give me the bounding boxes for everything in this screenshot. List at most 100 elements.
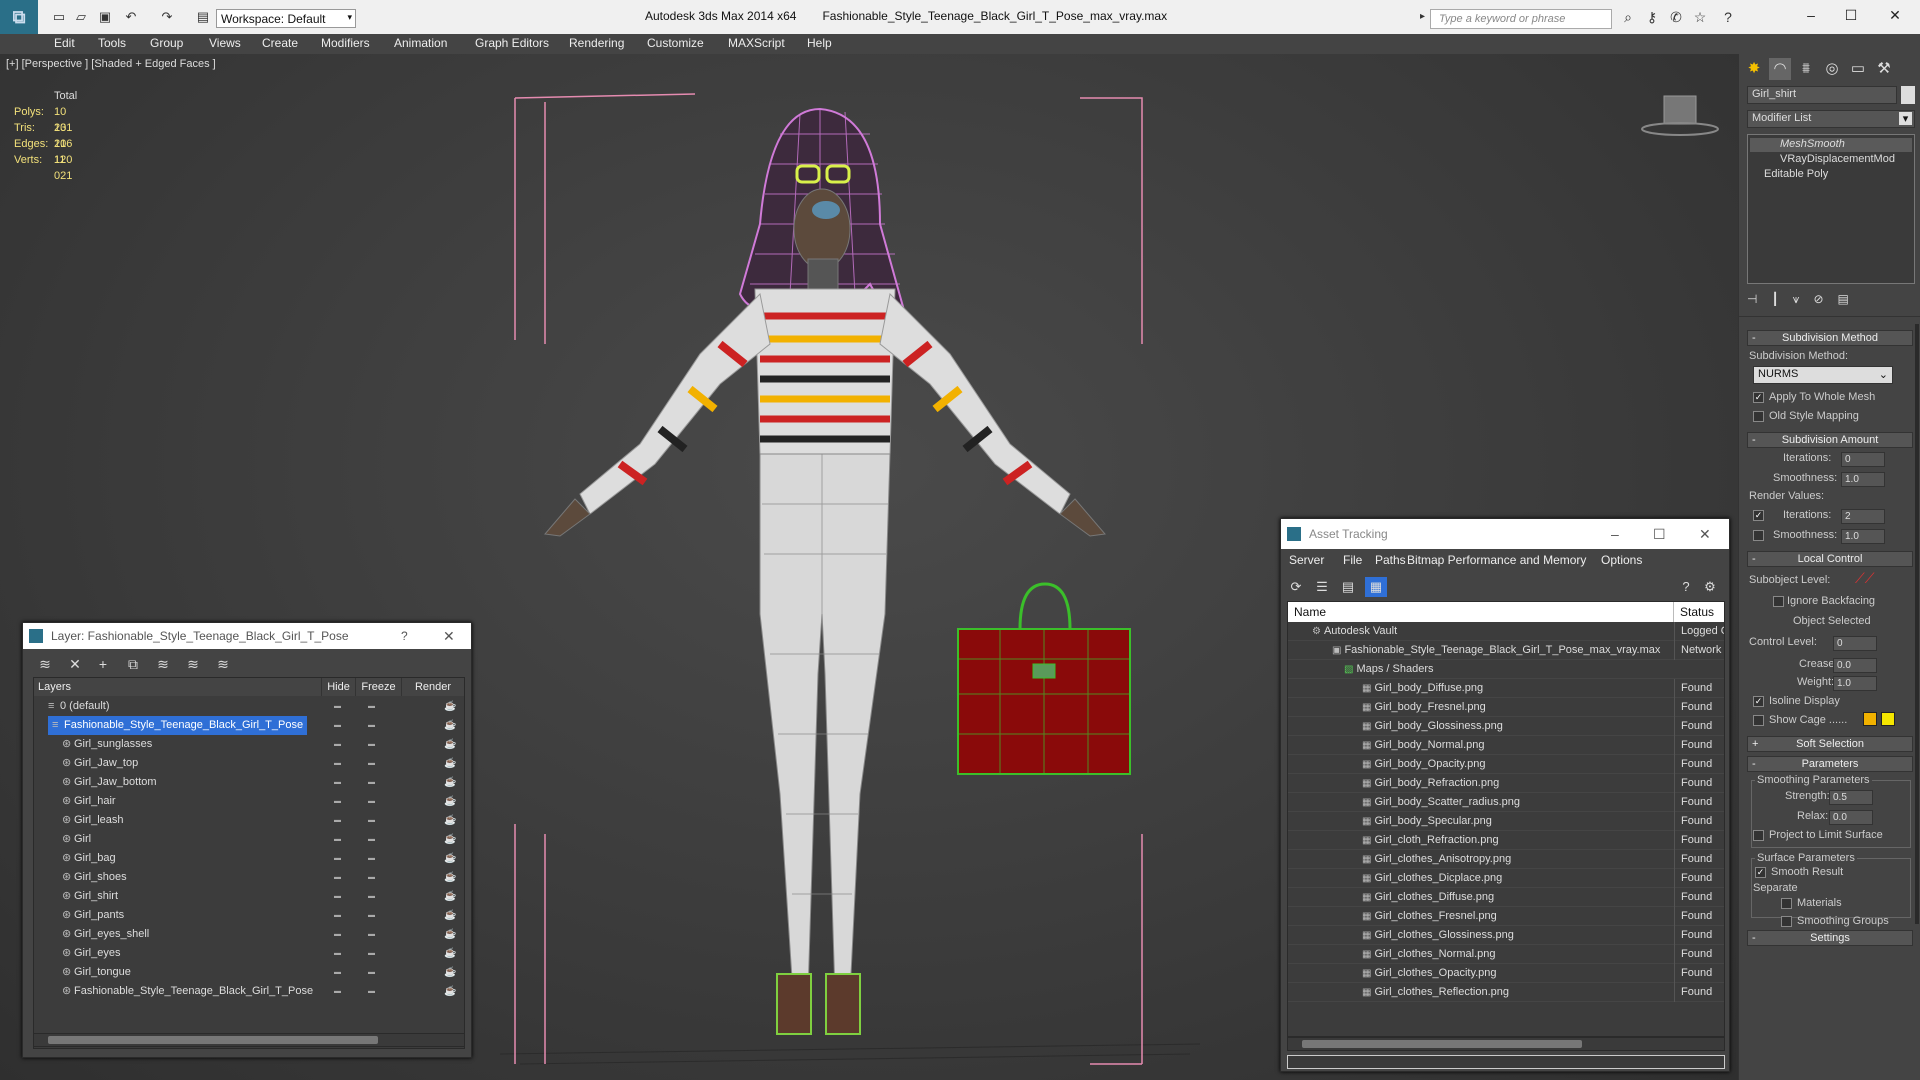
- strength-spinner[interactable]: 0.5: [1829, 790, 1873, 805]
- render-teapot-icon[interactable]: ☕: [444, 887, 456, 906]
- hide-toggle[interactable]: ▬: [334, 982, 341, 1001]
- freeze-toggle[interactable]: ▬: [368, 944, 375, 963]
- asset-row[interactable]: ▦ Girl_clothes_Diffuse.png Found: [1288, 888, 1724, 907]
- render-iterations-spinner[interactable]: 2: [1841, 509, 1885, 524]
- isoline-display-checkbox[interactable]: ✓: [1753, 696, 1764, 707]
- close-icon[interactable]: ✕: [443, 623, 455, 649]
- menu-views[interactable]: Views: [209, 34, 241, 54]
- help-button[interactable]: ?: [401, 623, 408, 649]
- highlight-layer-icon[interactable]: ≋: [151, 653, 175, 675]
- show-cage-checkbox[interactable]: [1753, 715, 1764, 726]
- layer-row[interactable]: ⊛ Girl_leash ▬ ▬ ☕: [34, 811, 464, 830]
- render-teapot-icon[interactable]: ☕: [444, 697, 456, 716]
- search-input[interactable]: Type a keyword or phrase: [1430, 9, 1612, 29]
- cage-color-swatch-2[interactable]: [1881, 712, 1895, 726]
- freeze-toggle[interactable]: ▬: [368, 868, 375, 887]
- layer-row[interactable]: ⊛ Fashionable_Style_Teenage_Black_Girl_T_…: [34, 982, 464, 1001]
- freeze-all-layers-icon[interactable]: ≋: [211, 653, 235, 675]
- hide-toggle[interactable]: ▬: [334, 792, 341, 811]
- viewport-label[interactable]: [+] [Perspective ] [Shaded + Edged Faces…: [6, 58, 216, 70]
- control-level-spinner[interactable]: 0: [1833, 636, 1877, 651]
- app-logo-icon[interactable]: ⧉: [0, 0, 38, 34]
- render-smoothness-checkbox[interactable]: [1753, 530, 1764, 541]
- asset-row[interactable]: ▣ Fashionable_Style_Teenage_Black_Girl_T_…: [1288, 641, 1724, 660]
- old-style-mapping-checkbox[interactable]: [1753, 411, 1764, 422]
- column-render[interactable]: Render: [402, 678, 464, 696]
- layer-row[interactable]: ⊛ Girl_pants ▬ ▬ ☕: [34, 906, 464, 925]
- hide-toggle[interactable]: ▬: [334, 773, 341, 792]
- menu-bitmap-performance[interactable]: Bitmap Performance and Memory: [1407, 551, 1586, 569]
- asset-row[interactable]: ▦ Girl_body_Scatter_radius.png Found: [1288, 793, 1724, 812]
- maximize-button[interactable]: ☐: [1653, 519, 1666, 549]
- freeze-toggle[interactable]: ▬: [368, 849, 375, 868]
- layer-row[interactable]: ⊛ Girl_bag ▬ ▬ ☕: [34, 849, 464, 868]
- stack-item-meshsmooth[interactable]: MeshSmooth: [1750, 138, 1912, 152]
- rollout-subdivision-method[interactable]: - Subdivision Method: [1747, 330, 1913, 346]
- menu-options[interactable]: Options: [1601, 551, 1642, 569]
- render-teapot-icon[interactable]: ☕: [444, 868, 456, 887]
- hierarchy-tab-icon[interactable]: ⩩: [1795, 58, 1817, 80]
- hide-toggle[interactable]: ▬: [334, 868, 341, 887]
- hide-toggle[interactable]: ▬: [334, 716, 341, 735]
- new-file-icon[interactable]: ▭: [50, 9, 68, 25]
- render-teapot-icon[interactable]: ☕: [444, 811, 456, 830]
- render-teapot-icon[interactable]: ☕: [444, 735, 456, 754]
- display-tab-icon[interactable]: ▭: [1847, 58, 1869, 80]
- menu-modifiers[interactable]: Modifiers: [321, 34, 370, 54]
- modify-tab-icon[interactable]: ◠: [1769, 58, 1791, 80]
- menu-file[interactable]: File: [1343, 551, 1362, 569]
- column-status[interactable]: Status: [1674, 602, 1724, 622]
- column-hide[interactable]: Hide: [322, 678, 356, 696]
- freeze-toggle[interactable]: ▬: [368, 982, 375, 1001]
- column-layers[interactable]: Layers: [34, 678, 322, 696]
- layer-row[interactable]: ⊛ Girl_sunglasses ▬ ▬ ☕: [34, 735, 464, 754]
- object-color-swatch[interactable]: [1901, 86, 1915, 104]
- menu-tools[interactable]: Tools: [98, 34, 126, 54]
- rollout-settings[interactable]: - Settings: [1747, 930, 1913, 946]
- freeze-toggle[interactable]: ▬: [368, 716, 375, 735]
- delete-layer-icon[interactable]: ✕: [63, 653, 87, 675]
- render-smoothness-spinner[interactable]: 1.0: [1841, 529, 1885, 544]
- render-teapot-icon[interactable]: ☕: [444, 830, 456, 849]
- hide-toggle[interactable]: ▬: [334, 754, 341, 773]
- menu-animation[interactable]: Animation: [394, 34, 447, 54]
- hide-toggle[interactable]: ▬: [334, 906, 341, 925]
- modifier-list-dropdown[interactable]: Modifier List ▾: [1747, 110, 1915, 128]
- layer-row[interactable]: ⊛ Girl_shirt ▬ ▬ ☕: [34, 887, 464, 906]
- subdivision-method-select[interactable]: NURMS ⌄: [1753, 366, 1893, 384]
- freeze-toggle[interactable]: ▬: [368, 887, 375, 906]
- hide-toggle[interactable]: ▬: [334, 925, 341, 944]
- save-icon[interactable]: ▣: [96, 9, 114, 25]
- layer-horizontal-scrollbar[interactable]: [33, 1033, 465, 1047]
- hide-toggle[interactable]: ▬: [334, 811, 341, 830]
- smoothness-spinner[interactable]: 1.0: [1841, 472, 1885, 487]
- freeze-toggle[interactable]: ▬: [368, 792, 375, 811]
- key-icon[interactable]: ⚷: [1642, 9, 1662, 27]
- communication-icon[interactable]: ✆: [1666, 9, 1686, 27]
- motion-tab-icon[interactable]: ◎: [1821, 58, 1843, 80]
- expand-arrow-icon[interactable]: ▸: [1420, 11, 1425, 22]
- smooth-result-checkbox[interactable]: ✓: [1755, 867, 1766, 878]
- render-teapot-icon[interactable]: ☕: [444, 716, 456, 735]
- separate-smoothing-groups-checkbox[interactable]: [1781, 916, 1792, 927]
- column-name[interactable]: Name: [1288, 602, 1674, 622]
- project-folder-icon[interactable]: ▤: [194, 9, 212, 25]
- object-name-field[interactable]: Girl_shirt: [1747, 86, 1897, 104]
- asset-row[interactable]: ▦ Girl_clothes_Anisotropy.png Found: [1288, 850, 1724, 869]
- asset-row[interactable]: ▦ Girl_clothes_Opacity.png Found: [1288, 964, 1724, 983]
- favorites-star-icon[interactable]: ☆: [1690, 9, 1710, 27]
- hide-toggle[interactable]: ▬: [334, 849, 341, 868]
- scrollbar-thumb[interactable]: [1302, 1040, 1582, 1048]
- asset-row[interactable]: ▦ Girl_cloth_Refraction.png Found: [1288, 831, 1724, 850]
- menu-group[interactable]: Group: [150, 34, 183, 54]
- maximize-button[interactable]: ☐: [1836, 4, 1866, 26]
- close-button[interactable]: ✕: [1699, 519, 1711, 549]
- column-freeze[interactable]: Freeze: [356, 678, 402, 696]
- stack-item-vraydisplacement[interactable]: VRayDisplacementMod: [1750, 153, 1912, 167]
- close-button[interactable]: ✕: [1880, 4, 1910, 26]
- menu-customize[interactable]: Customize: [647, 34, 704, 54]
- hide-toggle[interactable]: ▬: [334, 944, 341, 963]
- menu-edit[interactable]: Edit: [54, 34, 75, 54]
- apply-whole-mesh-checkbox[interactable]: ✓: [1753, 392, 1764, 403]
- freeze-toggle[interactable]: ▬: [368, 963, 375, 982]
